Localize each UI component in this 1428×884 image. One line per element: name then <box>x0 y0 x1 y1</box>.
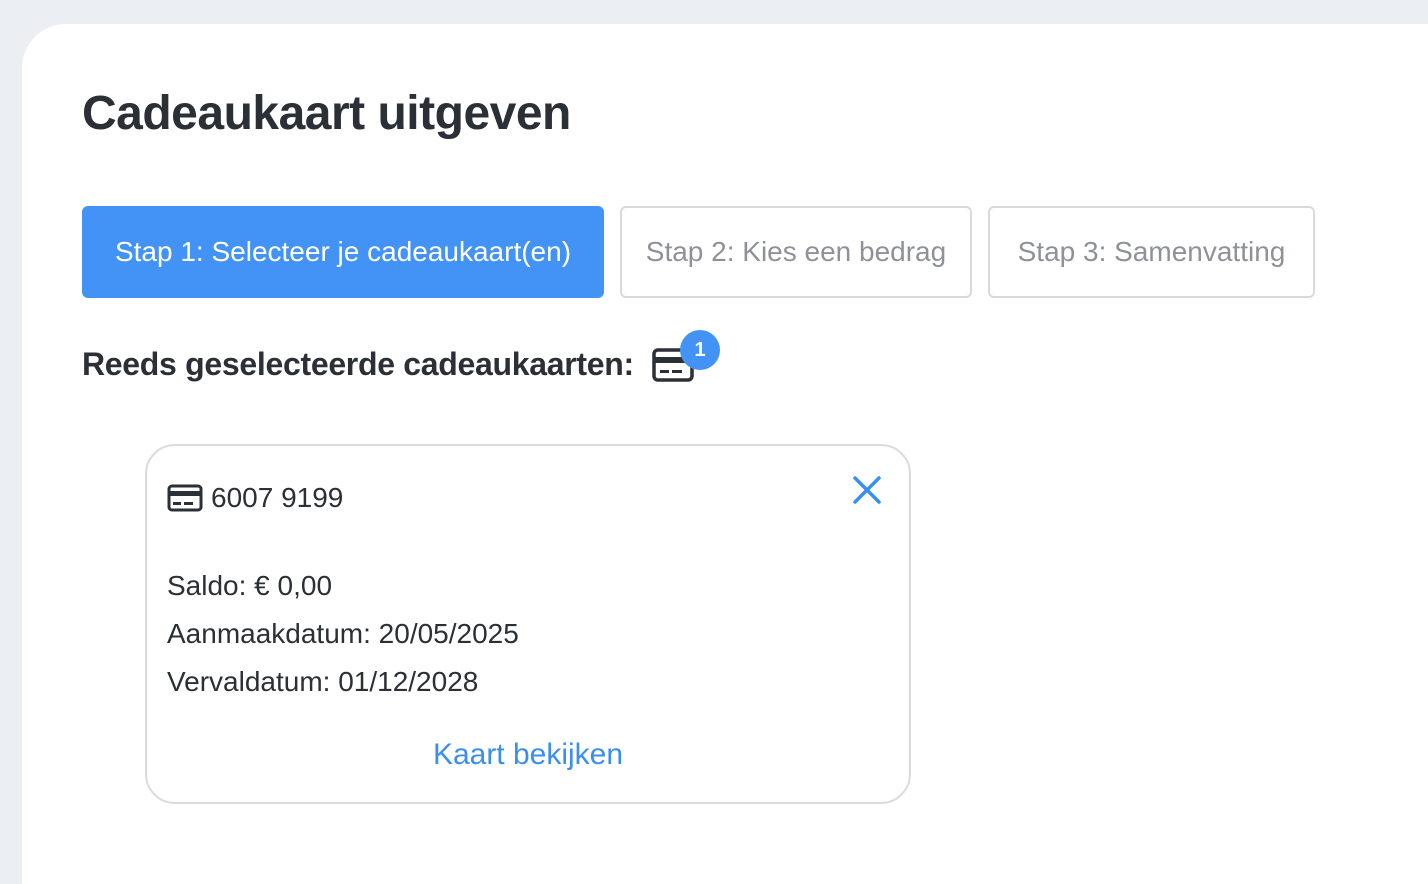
card-expiry-date: Vervaldatum: 01/12/2028 <box>167 666 479 697</box>
step-3-tab[interactable]: Stap 3: Samenvatting <box>988 206 1315 298</box>
page-title: Cadeaukaart uitgeven <box>82 87 571 140</box>
step-2-tab[interactable]: Stap 2: Kies een bedrag <box>620 206 972 298</box>
card-details: Saldo: € 0,00 Aanmaakdatum: 20/05/2025 V… <box>167 562 519 706</box>
gift-card: 6007 9199 Saldo: € 0,00 Aanmaakdatum: 20… <box>145 444 911 804</box>
selected-count-badge: 1 <box>680 330 720 370</box>
selected-cards-heading: Reeds geselecteerde cadeaukaarten: <box>82 346 634 382</box>
view-card-link[interactable]: Kaart bekijken <box>147 738 909 772</box>
card-number: 6007 9199 <box>211 482 344 513</box>
step-tabs: Stap 1: Selecteer je cadeaukaart(en) Sta… <box>82 206 1315 298</box>
main-panel: Cadeaukaart uitgeven Stap 1: Selecteer j… <box>22 24 1428 884</box>
credit-card-icon <box>167 484 203 512</box>
card-created-date: Aanmaakdatum: 20/05/2025 <box>167 618 519 649</box>
card-number-row: 6007 9199 <box>167 482 343 514</box>
card-balance: Saldo: € 0,00 <box>167 570 333 601</box>
step-1-tab[interactable]: Stap 1: Selecteer je cadeaukaart(en) <box>82 206 604 298</box>
close-icon[interactable] <box>847 470 887 510</box>
